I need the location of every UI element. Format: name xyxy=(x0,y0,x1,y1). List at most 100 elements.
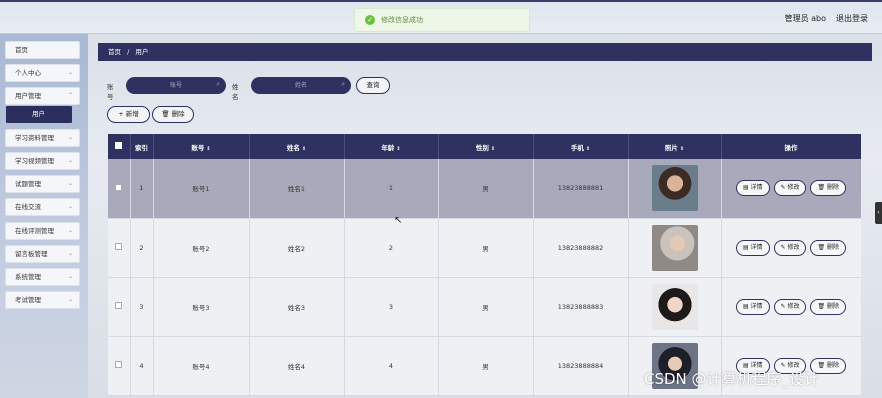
cell-gender: 男 xyxy=(438,159,534,219)
row-checkbox[interactable] xyxy=(115,183,123,191)
cell-gender: 男 xyxy=(438,336,534,396)
cell-age: 2 xyxy=(344,218,439,278)
table-row[interactable]: 1 账号1 姓名1 1 男 13823888881 ▤ 详情 ✎ 修改 🗑 删除 xyxy=(108,159,861,219)
account-search-input[interactable]: 账号 ⌕ xyxy=(126,77,226,94)
sort-icon[interactable]: ⇕ xyxy=(491,146,495,152)
cell-photo xyxy=(628,159,722,219)
sort-icon[interactable]: ⇕ xyxy=(396,146,400,152)
col-actions: 操作 xyxy=(721,134,861,159)
sidebar-item-study-videos[interactable]: 学习视频管理 ⌄ xyxy=(5,152,80,170)
table-row[interactable]: 3 账号3 姓名3 3 男 13823888883 ▤ 详情 ✎ 修改 🗑 删除 xyxy=(108,277,861,337)
search-icon: ⌕ xyxy=(341,80,345,88)
add-button[interactable]: + 新增 xyxy=(107,106,150,123)
cell-actions: ▤ 详情 ✎ 修改 🗑 删除 xyxy=(721,218,861,278)
table-row[interactable]: 2 账号2 姓名2 2 男 13823888882 ▤ 详情 ✎ 修改 🗑 删除 xyxy=(108,218,861,278)
cell-phone: 13823888881 xyxy=(533,159,629,219)
edit-button[interactable]: ✎ 修改 xyxy=(773,298,807,315)
sidebar-item-study-materials[interactable]: 学习资料管理 ⌄ xyxy=(5,129,80,147)
row-checkbox[interactable] xyxy=(115,302,123,309)
sidebar-item-questions[interactable]: 试题管理 ⌄ xyxy=(5,175,80,193)
breadcrumb: 首页 / 用户 xyxy=(98,43,872,61)
chevron-down-icon: ⌄ xyxy=(67,250,73,257)
sidebar-subitem-user[interactable]: 用户 xyxy=(6,106,72,123)
sidebar-item-message-board[interactable]: 留言板管理 ⌄ xyxy=(5,245,80,263)
chevron-down-icon: ⌄ xyxy=(67,180,73,187)
sidebar-item-exams[interactable]: 考试管理 ⌄ xyxy=(5,291,80,309)
name-search-input[interactable]: 姓名 ⌕ xyxy=(251,77,351,94)
cell-name: 姓名1 xyxy=(249,159,345,219)
detail-button[interactable]: ▤ 详情 xyxy=(735,239,770,256)
watermark: CSDN @计算机程序_设计 xyxy=(644,370,820,388)
chevron-down-icon: ⌄ xyxy=(67,273,73,280)
cell-phone: 13823888884 xyxy=(533,336,629,396)
col-phone[interactable]: 手机 ⇕ xyxy=(533,134,629,159)
sidebar-item-personal-center[interactable]: 个人中心 ⌄ xyxy=(5,64,80,82)
select-all-cell[interactable] xyxy=(108,134,131,159)
cell-index: 3 xyxy=(130,277,154,337)
cell-actions: ▤ 详情 ✎ 修改 🗑 删除 xyxy=(721,277,861,337)
breadcrumb-home[interactable]: 首页 xyxy=(108,48,121,56)
sort-icon[interactable]: ⇕ xyxy=(206,146,210,152)
cell-phone: 13823888883 xyxy=(533,277,629,337)
row-checkbox[interactable] xyxy=(115,361,123,368)
col-age[interactable]: 年龄 ⇕ xyxy=(344,134,439,159)
check-circle-icon: ✓ xyxy=(365,15,375,25)
search-icon: ⌕ xyxy=(216,80,220,88)
delete-button[interactable]: 🗑 删除 xyxy=(810,239,847,256)
chevron-down-icon: ⌄ xyxy=(67,203,73,210)
sort-icon[interactable]: ⇕ xyxy=(680,146,684,152)
cell-age: 3 xyxy=(344,277,439,337)
sidebar-item-online-assessment[interactable]: 在线评测管理 ⌄ xyxy=(5,222,80,240)
select-all-checkbox[interactable] xyxy=(115,142,123,149)
col-photo[interactable]: 照片 ⇕ xyxy=(628,134,722,159)
cell-account: 账号3 xyxy=(153,277,250,337)
user-photo[interactable] xyxy=(651,283,698,330)
sidebar-item-online-chat[interactable]: 在线交流 ⌄ xyxy=(5,198,80,216)
cell-actions: ▤ 详情 ✎ 修改 🗑 删除 xyxy=(721,159,861,219)
user-table: 索引 账号 ⇕ 姓名 ⇕ 年龄 ⇕ 性别 ⇕ 手机 ⇕ 照片 ⇕ 操作 1 账号1 姓名1 … xyxy=(108,134,861,398)
query-button[interactable]: 查询 xyxy=(356,77,390,94)
cell-phone: 13823888882 xyxy=(533,218,629,278)
chevron-down-icon: ⌄ xyxy=(67,134,73,141)
breadcrumb-current: 用户 xyxy=(135,48,149,56)
chevron-down-icon: ⌄ xyxy=(67,227,73,234)
logout-link[interactable]: 退出登录 xyxy=(836,13,868,24)
account-label: 账号 xyxy=(107,83,114,101)
batch-delete-button[interactable]: 🗑 删除 xyxy=(152,106,194,123)
chevron-down-icon: ⌄ xyxy=(67,157,73,164)
col-gender[interactable]: 性别 ⇕ xyxy=(438,134,534,159)
chevron-down-icon: ⌄ xyxy=(67,69,73,76)
sidebar-item-home[interactable]: 首页 xyxy=(5,41,80,59)
delete-button[interactable]: 🗑 删除 xyxy=(810,298,847,315)
admin-user-label: 管理员 abo xyxy=(784,14,826,23)
edit-button[interactable]: ✎ 修改 xyxy=(773,180,807,197)
cell-photo xyxy=(628,277,722,337)
cell-gender: 男 xyxy=(438,277,534,337)
cell-name: 姓名3 xyxy=(249,277,345,337)
col-account[interactable]: 账号 ⇕ xyxy=(153,134,250,159)
cell-name: 姓名4 xyxy=(249,336,345,396)
row-checkbox[interactable] xyxy=(115,243,123,250)
collapse-panel-tab[interactable]: ‹ xyxy=(875,202,882,224)
col-index: 索引 xyxy=(130,134,154,159)
col-name[interactable]: 姓名 ⇕ xyxy=(249,134,345,159)
user-photo[interactable] xyxy=(651,224,698,271)
sort-icon[interactable]: ⇕ xyxy=(302,146,306,152)
delete-button[interactable]: 🗑 删除 xyxy=(810,180,847,197)
cell-account: 账号2 xyxy=(153,218,250,278)
user-photo[interactable] xyxy=(651,165,698,212)
cell-index: 4 xyxy=(130,336,154,396)
sidebar: 首页 个人中心 ⌄ 用户管理 ⌃ 用户 学习资料管理 ⌄ 学习视频管理 ⌄ 试题管理 ⌄ … xyxy=(0,34,88,398)
cell-gender: 男 xyxy=(438,218,534,278)
edit-button[interactable]: ✎ 修改 xyxy=(773,239,807,256)
cell-age: 4 xyxy=(344,336,439,396)
detail-button[interactable]: ▤ 详情 xyxy=(735,180,770,197)
mouse-cursor-icon: ↖ xyxy=(394,215,403,226)
sidebar-item-user-management[interactable]: 用户管理 ⌃ xyxy=(5,87,80,105)
detail-button[interactable]: ▤ 详情 xyxy=(735,298,770,315)
sort-icon[interactable]: ⇕ xyxy=(586,146,590,152)
cell-account: 账号4 xyxy=(153,336,250,396)
name-label: 姓名 xyxy=(232,83,239,101)
chevron-left-icon: ‹ xyxy=(877,209,880,216)
sidebar-item-system[interactable]: 系统管理 ⌄ xyxy=(5,268,80,286)
